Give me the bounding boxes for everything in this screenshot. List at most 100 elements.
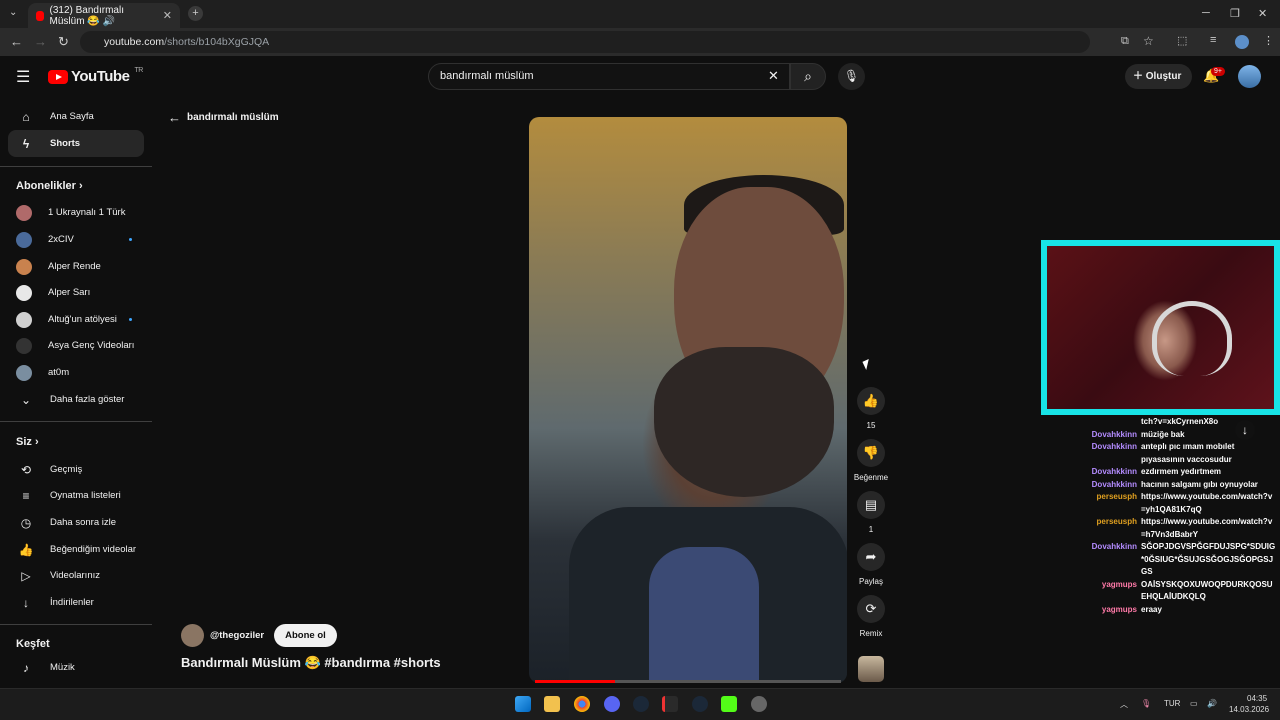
chat-username [1048,416,1141,429]
share-button[interactable]: ➦ [857,543,885,571]
sidebar-item-downloads[interactable]: ↓ İndirilenler [8,589,144,616]
channel-avatar[interactable] [181,624,204,647]
browser-tab[interactable]: (312) Bandırmalı Müslüm 😂 🔊 ✕ [28,3,180,28]
windows-start-icon[interactable] [515,696,531,712]
video-progress-bar[interactable] [535,680,841,683]
chrome-icon[interactable] [574,696,590,712]
file-explorer-icon[interactable] [544,696,560,712]
network-icon[interactable]: ▭ [1190,699,1198,708]
search-button[interactable]: ⌕ [790,63,826,90]
settings-gear-icon[interactable] [751,696,767,712]
share-label: Paylaş [858,577,883,586]
clock-time[interactable]: 04:35 [1247,694,1267,703]
app-icon[interactable] [662,696,678,712]
sidebar-item-subscription[interactable]: 2xCIV [8,226,144,253]
tab-close-icon[interactable]: ✕ [163,9,172,22]
notification-badge: 9+ [1211,67,1225,76]
sidebar-item-subscription[interactable]: Asya Genç Videoları [8,332,144,359]
chat-username: Dovahkkinn [1091,542,1137,551]
bookmark-star-icon[interactable]: ☆ [1143,34,1154,48]
profile-avatar-icon[interactable] [1235,35,1249,49]
sidebar-item-subscription[interactable]: at0m [8,359,144,386]
create-button[interactable]: ＋ Oluştur [1125,64,1192,89]
chat-message: yagmups eraay [1048,604,1280,617]
subscribe-button[interactable]: Abone ol [274,624,337,647]
webcam-overlay [1041,240,1280,415]
account-avatar[interactable] [1238,65,1261,88]
tab-search-icon[interactable]: ⌄ [9,7,17,18]
channel-avatar [16,311,32,328]
sidebar-item-music[interactable]: ♪ Müzik [8,654,144,681]
tray-chevron-icon[interactable]: ︿ [1120,699,1128,710]
sidebar-item-history[interactable]: ⟲ Geçmiş [8,456,144,483]
back-arrow-icon[interactable]: ← [10,34,23,49]
sidebar-item-liked-videos[interactable]: 👍 Beğendiğim videolar [8,536,144,563]
chat-scroll-down-icon[interactable]: ↓ [1235,420,1255,440]
address-bar: ← → ↻ youtube.com/shorts/b104bXgGJQA ⧉ ☆… [0,28,1280,56]
reload-icon[interactable]: ↻ [58,34,69,50]
sidebar-item-subscription[interactable]: Altuğ'un atölyesi [8,306,144,333]
youtube-logo[interactable]: YouTube TR [48,67,143,85]
sidebar-item-subscription[interactable]: Alper Rende [8,253,144,280]
sidebar-item-subscription[interactable]: 1 Ukraynalı 1 Türk [8,199,144,226]
kick-icon[interactable] [721,696,737,712]
channel-handle[interactable]: @thegoziler [210,630,264,641]
new-content-dot [129,318,132,321]
chevron-down-icon: ⌄ [20,392,32,407]
comments-button[interactable]: ▤ [857,491,885,519]
comment-icon: ▤ [864,497,878,512]
cast-icon[interactable]: ⧉ [1121,35,1129,48]
menu-dots-icon[interactable]: ⋮ [1263,34,1274,47]
extensions-icon[interactable]: ⬚ [1177,34,1187,47]
steam-icon[interactable] [692,696,708,712]
sidebar-item-shorts[interactable]: ϟ Shorts [8,130,144,157]
dislike-button[interactable]: 👎 [857,439,885,467]
divider [0,624,152,625]
hamburger-menu-icon[interactable]: ☰ [16,67,30,87]
window-close-icon[interactable]: ✕ [1258,7,1267,20]
sidebar-item-subscription[interactable]: Alper Sarı [8,279,144,306]
sidebar-item-watch-later[interactable]: ◷ Daha sonra izle [8,509,144,536]
sidebar-item-label: Daha fazla göster [50,394,125,405]
discord-icon[interactable] [604,696,620,712]
shorts-icon: ϟ [22,136,30,151]
mic-icon: 🎙 [843,69,860,83]
you-heading[interactable]: Siz › [16,436,39,448]
clear-search-icon[interactable]: ✕ [768,68,779,84]
url-host: youtube.com [104,36,165,48]
forward-arrow-icon[interactable]: → [34,34,47,49]
minimize-icon[interactable]: ─ [1202,7,1210,19]
chat-text: hacının salgamı gıbı oynuyolar [1141,479,1258,489]
microphone-icon[interactable]: 🎙 [1141,699,1151,708]
input-language[interactable]: TUR [1164,699,1180,708]
reading-list-icon[interactable]: ≡ [1210,34,1216,46]
steam-icon[interactable] [633,696,649,712]
show-more-button[interactable]: ⌄ Daha fazla göster [8,386,144,413]
chat-message: Dovahkkinn anteplı pıc ımam mobılet pıyas… [1048,441,1280,466]
chat-message: Dovahkkinn hacının salgamı gıbı oynuyolar [1048,479,1280,492]
region-code: TR [134,67,143,74]
channel-avatar [16,204,32,221]
new-tab-button[interactable]: + [188,6,203,21]
sidebar-item-home[interactable]: ⌂ Ana Sayfa [8,103,144,130]
video-progress-fill [535,680,615,683]
remix-label: Remix [859,629,883,638]
chat-message: Dovahkkinn SĞOPJDGVSPĞGFDUJSPG*SDUIG*0ĞSI… [1048,541,1280,579]
url-field[interactable]: youtube.com/shorts/b104bXgGJQA [80,31,1090,53]
remix-button[interactable]: ⟳ [857,595,885,623]
search-input[interactable]: bandırmalı müslüm [428,63,790,90]
sidebar-item-your-videos[interactable]: ▷ Videolarınız [8,562,144,589]
like-button[interactable]: 👍 [857,387,885,415]
voice-search-button[interactable]: 🎙 [838,63,865,90]
channel-row: @thegoziler Abone ol [181,624,337,647]
dislike-label: Beğenme [853,473,889,482]
sidebar-item-playlists[interactable]: ≡ Oynatma listeleri [8,482,144,509]
tab-title: (312) Bandırmalı Müslüm 😂 🔊 [49,4,124,27]
shorts-video-player[interactable] [529,117,847,683]
back-to-search-link[interactable]: ← bandırmalı müslüm [168,110,279,125]
subscriptions-heading[interactable]: Abonelikler › [16,180,83,192]
clock-date[interactable]: 14.03.2026 [1229,705,1269,714]
sound-thumbnail[interactable] [858,656,884,682]
volume-icon[interactable]: 🔊 [1207,699,1217,708]
maximize-icon[interactable]: ❐ [1230,7,1240,20]
